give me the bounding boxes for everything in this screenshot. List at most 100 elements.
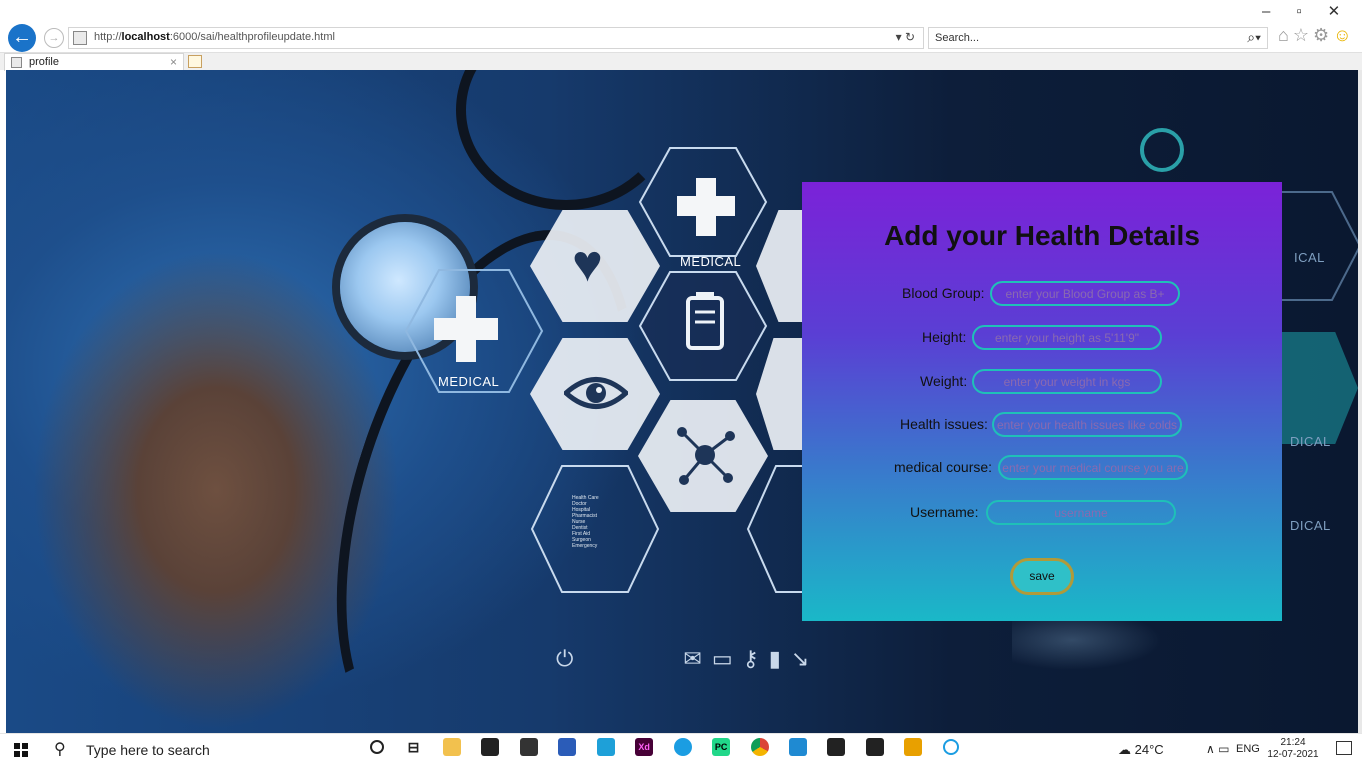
smiley-icon[interactable]: ☺ — [1333, 25, 1355, 45]
heart-icon: ♥ — [572, 235, 603, 293]
chevron-up-icon[interactable]: ∧ — [1206, 742, 1215, 756]
field-row-blood-group: Blood Group: — [902, 281, 1192, 307]
field-row-medical-course: medical course: — [894, 455, 1194, 481]
windows-taskbar: ⚲ Type here to search ⊟ Xd PC ☁ 24°C ∧ ▭… — [0, 733, 1362, 764]
close-icon[interactable]: × — [170, 55, 177, 69]
blood-group-input[interactable] — [990, 281, 1180, 306]
forward-button[interactable]: → — [44, 28, 64, 48]
tab-strip: profile × — [0, 52, 1362, 71]
weight-label: Weight: — [920, 373, 968, 389]
close-window-icon[interactable]: ✕ — [1328, 3, 1362, 20]
forward-arrow-icon: → — [48, 32, 60, 44]
weather-icon: ☁ — [1118, 742, 1135, 757]
hex-clipboard — [638, 271, 768, 381]
url-text: http://localhost:6000/sai/healthprofileu… — [94, 31, 335, 43]
height-label: Height: — [922, 329, 967, 345]
clock-date: 12-07-2021 — [1267, 749, 1319, 760]
health-issues-label: Health issues: — [900, 416, 988, 432]
file-explorer-icon[interactable] — [442, 738, 461, 756]
search-placeholder: Search... — [935, 32, 980, 44]
page-icon — [73, 31, 87, 45]
language-indicator[interactable]: ENG — [1236, 743, 1260, 755]
phone-icon: ↘ — [790, 646, 820, 671]
xd-icon[interactable]: Xd — [635, 738, 654, 756]
browser-chrome: –▫✕ ← → http://localhost:6000/sai/health… — [0, 0, 1362, 71]
gear-icon[interactable]: ⚙ — [1313, 25, 1333, 45]
hex-outline-far-right — [1273, 191, 1358, 301]
field-row-weight: Weight: — [920, 369, 1170, 395]
field-row-health-issues: Health issues: — [900, 412, 1190, 438]
task-view-icon[interactable]: ⊟ — [404, 738, 423, 756]
notification-icon[interactable] — [1336, 741, 1352, 755]
cross-bar-left — [434, 318, 498, 340]
cortana-icon[interactable] — [370, 740, 384, 754]
taskbar-apps: ⊟ Xd PC — [370, 738, 975, 756]
power-icon: ⏻ — [556, 646, 584, 671]
back-arrow-icon: ← — [12, 26, 32, 48]
username-input[interactable] — [986, 500, 1176, 525]
tab-profile[interactable]: profile × — [4, 53, 184, 71]
back-button[interactable]: ← — [8, 24, 36, 52]
weight-input[interactable] — [972, 369, 1162, 394]
medical-course-input[interactable] — [998, 455, 1188, 480]
hex-label-right-3: DICAL — [1290, 518, 1331, 533]
system-tray[interactable]: ∧ ▭ — [1206, 742, 1229, 756]
ie-icon[interactable] — [942, 739, 959, 755]
weather-widget[interactable]: ☁ 24°C — [1118, 742, 1164, 758]
restore-icon[interactable]: ▫ — [1296, 3, 1327, 20]
health-issues-input[interactable] — [992, 412, 1182, 437]
photos-icon[interactable] — [865, 738, 884, 756]
new-tab-button[interactable] — [188, 55, 202, 68]
field-row-username: Username: — [910, 500, 1180, 526]
refresh-icon[interactable]: ↻ — [905, 30, 915, 44]
key-icon: ⚷ — [742, 646, 769, 671]
health-details-form: Add your Health Details Blood Group: Hei… — [802, 182, 1282, 621]
chrome-icon[interactable] — [750, 738, 769, 756]
form-title: Add your Health Details — [884, 220, 1200, 251]
pycharm-icon[interactable]: PC — [712, 738, 731, 756]
tab-title: profile — [29, 56, 59, 68]
vscode-icon[interactable] — [788, 738, 807, 756]
address-controls: ▾ ↻ — [896, 30, 915, 44]
hex-service-list: Health Care Doctor Hospital Pharmacist Nurs… — [572, 495, 599, 549]
eye-icon — [564, 377, 628, 409]
blood-group-label: Blood Group: — [902, 285, 985, 301]
search-icon[interactable]: ⌕▾ — [1247, 29, 1261, 46]
app-blue-icon[interactable] — [558, 738, 577, 756]
paint-icon[interactable] — [904, 738, 923, 756]
address-bar[interactable]: http://localhost:6000/sai/healthprofileu… — [68, 27, 924, 49]
battery-tray-icon[interactable]: ▭ — [1218, 742, 1229, 756]
search-box[interactable]: Search... ⌕▾ — [928, 27, 1268, 49]
taskbar-search-text[interactable]: Type here to search — [86, 742, 210, 758]
mail-icon[interactable] — [519, 738, 538, 756]
app-cyan-icon[interactable] — [596, 738, 615, 756]
monitor-icon: ▭ — [711, 646, 743, 671]
hex-label-medical-left: MEDICAL — [438, 374, 500, 389]
terminal-icon[interactable] — [827, 738, 846, 756]
windows-start-icon[interactable] — [14, 743, 28, 757]
home-icon[interactable]: ⌂ — [1278, 25, 1293, 45]
save-button[interactable]: save — [1010, 558, 1074, 595]
page-scrollbar[interactable] — [1358, 70, 1362, 733]
clock-time: 21:24 — [1280, 737, 1306, 748]
ring-decor — [1140, 128, 1184, 172]
tab-page-icon — [11, 57, 22, 68]
cortana-search-icon[interactable]: ⚲ — [54, 739, 66, 759]
medical-course-label: medical course: — [894, 459, 993, 475]
dropdown-icon[interactable]: ▾ — [896, 30, 902, 44]
temperature: 24°C — [1134, 742, 1164, 757]
clock[interactable]: 21:24 12-07-2021 — [1264, 737, 1322, 761]
battery-icon: ▮ — [768, 646, 791, 671]
edge-icon[interactable] — [673, 738, 692, 756]
hex-label-right-2: DICAL — [1290, 434, 1331, 449]
star-icon[interactable]: ☆ — [1293, 25, 1313, 45]
field-row-height: Height: — [922, 325, 1172, 351]
envelope-icon: ✉ — [683, 646, 712, 671]
minimize-icon[interactable]: – — [1262, 3, 1296, 20]
cross-bar-top — [677, 196, 735, 216]
bottom-icon-row: ⏻ ✉▭⚷▮↘ — [556, 646, 819, 672]
teal-hex-right — [1282, 332, 1358, 444]
height-input[interactable] — [972, 325, 1162, 350]
store-icon[interactable] — [481, 738, 500, 756]
hex-label-medical-top: MEDICAL — [680, 254, 742, 269]
